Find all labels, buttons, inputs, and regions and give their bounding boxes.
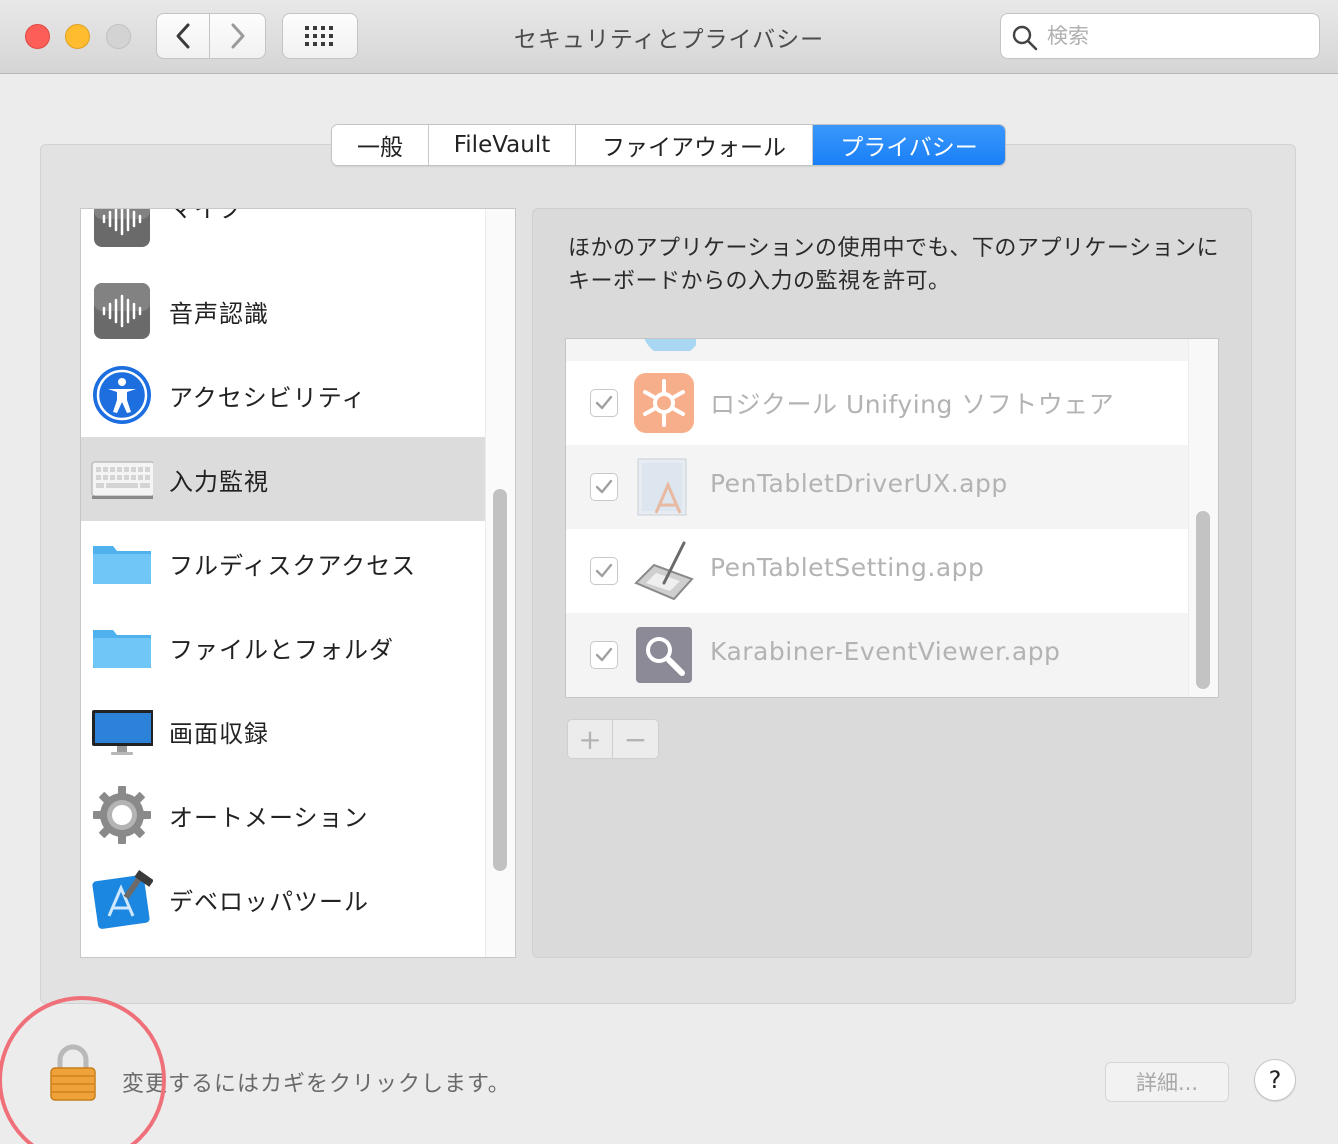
highlight-annotation-circle: [0, 996, 166, 1144]
app-checkbox[interactable]: [590, 641, 618, 669]
app-row-pentabletsetting[interactable]: PenTabletSetting.app: [566, 529, 1188, 613]
category-item-accessibility[interactable]: アクセシビリティ: [81, 353, 485, 437]
category-label: フルディスクアクセス: [169, 551, 417, 580]
app-checkbox[interactable]: [590, 389, 618, 417]
plus-icon: +: [578, 722, 602, 756]
search-icon: [1012, 25, 1038, 51]
lock-instruction-text: 変更するにはカギをクリックします。: [122, 1072, 511, 1097]
app-document-icon: [637, 458, 687, 516]
app-name: ロジクール Unifying ソフトウェア: [710, 390, 1115, 419]
category-item-speech-recognition[interactable]: 音声認識: [81, 269, 485, 353]
app-icon: [644, 339, 696, 351]
category-label: 入力監視: [169, 467, 269, 496]
microphone-icon: [94, 209, 150, 247]
app-name: Karabiner-EventViewer.app: [710, 637, 1061, 666]
app-list-scrollbar-thumb[interactable]: [1196, 511, 1210, 689]
list-scrollbar-thumb[interactable]: [493, 489, 507, 871]
remove-app-button[interactable]: −: [613, 720, 658, 758]
category-item-automation[interactable]: オートメーション: [81, 773, 485, 857]
app-checkbox[interactable]: [590, 557, 618, 585]
search-box[interactable]: [1000, 13, 1320, 59]
checkmark-icon: [595, 563, 613, 578]
category-item-files-and-folders[interactable]: ファイルとフォルダ: [81, 605, 485, 689]
category-item-input-monitoring[interactable]: 入力監視: [81, 437, 485, 521]
app-row-karabiner-eventviewer[interactable]: Karabiner-EventViewer.app: [566, 613, 1188, 697]
checkmark-icon: [595, 395, 613, 410]
tab-bar: 一般 FileVault ファイアウォール プライバシー: [331, 124, 1006, 166]
accessibility-icon: [93, 366, 151, 424]
app-row-partial[interactable]: [566, 339, 1188, 361]
xcode-icon: [92, 870, 153, 929]
category-item-screen-recording[interactable]: 画面収録: [81, 689, 485, 773]
pen-tablet-icon: [634, 541, 694, 601]
add-remove-control: + −: [567, 719, 659, 759]
folder-icon: [93, 546, 151, 584]
category-label: 画面収録: [169, 719, 269, 748]
checkmark-icon: [595, 647, 613, 662]
privacy-category-list[interactable]: マイク 音声認識 アクセシビリティ 入力監視 フルディスクアクセス ファイルとフ…: [80, 208, 516, 958]
help-button[interactable]: ?: [1254, 1059, 1296, 1101]
minus-icon: −: [623, 722, 648, 756]
checkmark-icon: [595, 479, 613, 494]
category-item-full-disk-access[interactable]: フルディスクアクセス: [81, 521, 485, 605]
category-item-developer-tools[interactable]: デベロッパツール: [81, 857, 485, 941]
app-row-pentabletdriverux[interactable]: PenTabletDriverUX.app: [566, 445, 1188, 529]
speech-recognition-icon: [94, 283, 150, 339]
gear-icon: [93, 786, 151, 844]
app-name: PenTabletSetting.app: [710, 553, 985, 582]
folder-icon: [93, 630, 151, 668]
category-label: 音声認識: [169, 299, 269, 328]
add-app-button[interactable]: +: [568, 720, 613, 758]
category-label: アクセシビリティ: [169, 383, 367, 412]
app-checkbox[interactable]: [590, 473, 618, 501]
tab-general[interactable]: 一般: [332, 125, 429, 165]
tab-privacy[interactable]: プライバシー: [813, 125, 1005, 165]
category-label: オートメーション: [169, 803, 369, 832]
tab-filevault[interactable]: FileVault: [429, 125, 576, 165]
magnifier-app-icon: [636, 627, 692, 683]
input-monitoring-description: ほかのアプリケーションの使用中でも、下のアプリケーションにキーボードからの入力の…: [568, 236, 1219, 294]
app-name: PenTabletDriverUX.app: [710, 469, 1008, 498]
category-label: マイク: [169, 208, 244, 223]
keyboard-icon: [91, 461, 153, 499]
title-bar: セキュリティとプライバシー: [0, 0, 1338, 74]
logitech-unifying-icon: [634, 373, 694, 433]
tab-firewall[interactable]: ファイアウォール: [576, 125, 813, 165]
advanced-button[interactable]: 詳細...: [1105, 1062, 1229, 1102]
category-label: ファイルとフォルダ: [169, 635, 394, 664]
app-row-logicool-unifying[interactable]: ロジクール Unifying ソフトウェア: [566, 361, 1188, 445]
search-input[interactable]: [1047, 21, 1307, 51]
allowed-app-list[interactable]: ロジクール Unifying ソフトウェア PenTabletDriverUX.…: [565, 338, 1219, 698]
display-icon: [92, 710, 153, 755]
category-label: デベロッパツール: [169, 887, 369, 916]
category-item-microphone[interactable]: マイク: [81, 208, 485, 261]
